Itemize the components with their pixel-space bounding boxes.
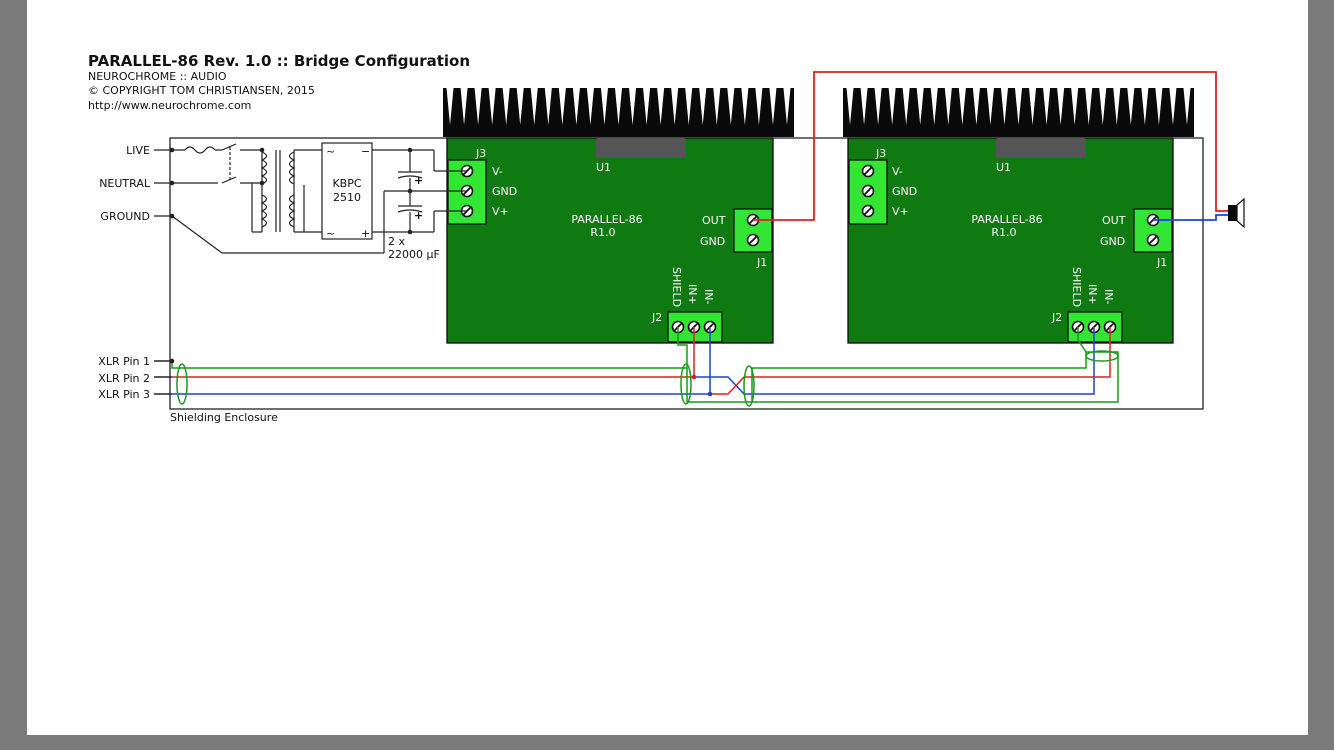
chip-u1-left — [596, 138, 686, 158]
board-rev: R1.0 — [590, 226, 615, 239]
bridge-minus: − — [361, 145, 370, 158]
gnd-label: GND — [492, 185, 517, 198]
in-minus-label: IN- — [1102, 289, 1115, 304]
psu-wiring — [154, 142, 467, 254]
schematic: Shielding Enclosure U1 PARALLEL-86 R1.0 … — [98, 71, 1245, 424]
board-name: PARALLEL-86 — [571, 213, 642, 226]
bridge-name: KBPC — [332, 177, 361, 190]
bridge-plus: + — [361, 227, 370, 240]
speaker-icon — [1228, 197, 1245, 229]
j3-label: J3 — [875, 147, 886, 160]
cap-value: 22000 µF — [388, 248, 440, 261]
terminal-j1-left — [733, 208, 773, 253]
j2-label: J2 — [1051, 311, 1062, 324]
bridge-ac1: ~ — [326, 145, 335, 158]
heatsink-right — [843, 88, 1194, 137]
ground-label: GROUND — [100, 210, 150, 223]
chip-u1-right — [996, 138, 1086, 158]
heatsink-left — [443, 88, 794, 137]
xlr-pin1-label: XLR Pin 1 — [98, 355, 150, 368]
in-plus-label: IN+ — [1086, 284, 1099, 305]
board-rev: R1.0 — [991, 226, 1016, 239]
bridge-ac2: ~ — [326, 227, 335, 240]
u1-label: U1 — [996, 161, 1011, 174]
out-label: OUT — [1102, 214, 1126, 227]
terminal-j3-right — [848, 159, 888, 225]
xlr-pin3-label: XLR Pin 3 — [98, 388, 150, 401]
shield-label: SHIELD — [1070, 267, 1083, 307]
j3-label: J3 — [475, 147, 486, 160]
vplus-label: V+ — [892, 205, 909, 218]
vplus-label: V+ — [492, 205, 509, 218]
gnd-label: GND — [892, 185, 917, 198]
vminus-label: V- — [892, 165, 903, 178]
out-gnd-label: GND — [700, 235, 725, 248]
board-name: PARALLEL-86 — [971, 213, 1042, 226]
j1-label: J1 — [756, 256, 767, 269]
cap-qty: 2 x — [388, 235, 405, 248]
neutral-label: NEUTRAL — [99, 177, 151, 190]
bridge-part: 2510 — [333, 191, 361, 204]
terminal-j3-left — [447, 159, 487, 225]
enclosure-label: Shielding Enclosure — [170, 411, 278, 424]
shield-label: SHIELD — [670, 267, 683, 307]
terminal-j2-right — [1067, 311, 1123, 343]
j1-label: J1 — [1156, 256, 1167, 269]
j2-label: J2 — [651, 311, 662, 324]
terminal-j2-left — [667, 311, 723, 343]
cap-plus-2: + — [414, 209, 423, 222]
cap-plus-1: + — [414, 174, 423, 187]
xlr-pin2-label: XLR Pin 2 — [98, 372, 150, 385]
in-minus-label: IN- — [702, 289, 715, 304]
out-gnd-label: GND — [1100, 235, 1125, 248]
vminus-label: V- — [492, 165, 503, 178]
in-plus-label: IN+ — [686, 284, 699, 305]
out-label: OUT — [702, 214, 726, 227]
u1-label: U1 — [596, 161, 611, 174]
terminal-j1-right — [1133, 208, 1173, 253]
live-label: LIVE — [126, 144, 150, 157]
